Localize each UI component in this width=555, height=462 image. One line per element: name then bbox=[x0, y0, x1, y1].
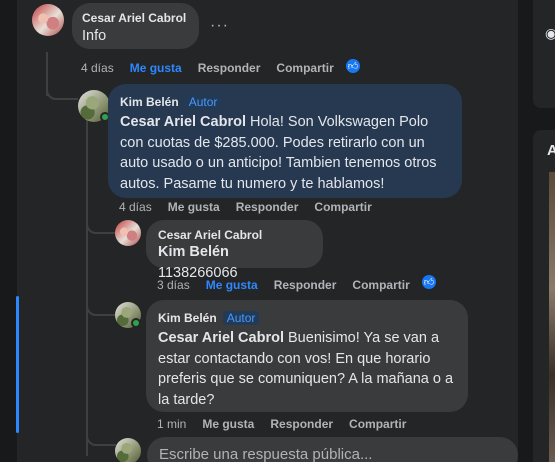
comment-time[interactable]: 4 días bbox=[119, 200, 152, 214]
sidebar-heading: A bbox=[547, 142, 555, 159]
like-button[interactable]: Me gusta bbox=[130, 61, 182, 75]
right-sidebar: ◉ A bbox=[533, 0, 555, 462]
reply-input[interactable]: Escribe una respuesta pública... bbox=[147, 437, 518, 462]
share-button[interactable]: Compartir bbox=[349, 417, 406, 431]
thread-line bbox=[86, 116, 88, 456]
comment-author[interactable]: Cesar Ariel Cabrol bbox=[82, 11, 189, 25]
thread-connector bbox=[86, 426, 116, 446]
avatar[interactable] bbox=[115, 220, 141, 246]
share-button[interactable]: Compartir bbox=[314, 200, 371, 214]
thumbs-up-icon[interactable]: 👍︎ bbox=[420, 273, 438, 291]
more-options-icon[interactable]: ··· bbox=[210, 17, 229, 35]
avatar[interactable] bbox=[32, 4, 64, 36]
comment-bubble: Kim Belén Autor Cesar Ariel Cabrol Buenis… bbox=[146, 300, 468, 412]
mention-link[interactable]: Cesar Ariel Cabrol bbox=[158, 330, 284, 346]
eye-icon[interactable]: ◉ bbox=[545, 26, 555, 42]
reply-button[interactable]: Responder bbox=[198, 61, 261, 75]
comment-actions: 1 min Me gusta Responder Compartir bbox=[157, 416, 422, 432]
comment-actions: 3 días Me gusta Responder Compartir bbox=[157, 277, 426, 293]
thread-connector bbox=[46, 76, 78, 100]
comments-panel: Cesar Ariel Cabrol Info ··· 4 días Me gu… bbox=[17, 0, 518, 462]
comment-time[interactable]: 3 días bbox=[157, 278, 190, 292]
like-button[interactable]: Me gusta bbox=[168, 200, 220, 214]
thread-connector bbox=[86, 214, 116, 234]
thread-connector bbox=[86, 296, 116, 316]
author-badge: Autor bbox=[184, 95, 222, 109]
comment-text: Cesar Ariel Cabrol Hola! Son Volkswagen … bbox=[120, 112, 450, 194]
sidebar-image[interactable] bbox=[549, 172, 555, 462]
author-badge: Autor bbox=[222, 311, 260, 325]
reply-button[interactable]: Responder bbox=[236, 200, 299, 214]
share-button[interactable]: Compartir bbox=[352, 278, 409, 292]
avatar bbox=[115, 438, 141, 462]
sidebar-card bbox=[533, 0, 555, 108]
comment-time[interactable]: 1 min bbox=[157, 417, 186, 431]
thumbs-up-icon[interactable]: 👍︎ bbox=[344, 57, 362, 75]
share-button[interactable]: Compartir bbox=[276, 61, 333, 75]
new-comment-indicator bbox=[16, 296, 19, 433]
comment-text: Cesar Ariel Cabrol Buenisimo! Ya se van … bbox=[158, 328, 456, 410]
comment-text: Info bbox=[82, 28, 107, 44]
comment-actions: 4 días Me gusta Responder Compartir bbox=[119, 199, 388, 215]
comment-bubble: Kim Belén Autor Cesar Ariel Cabrol Hola! … bbox=[108, 84, 462, 198]
reply-button[interactable]: Responder bbox=[274, 278, 337, 292]
reply-button[interactable]: Responder bbox=[270, 417, 333, 431]
comment-author[interactable]: Kim Belén bbox=[158, 311, 217, 325]
mention-link[interactable]: Kim Belén bbox=[158, 244, 229, 260]
comment-actions: 4 días Me gusta Responder Compartir bbox=[81, 60, 350, 76]
online-status-icon bbox=[131, 318, 141, 328]
like-button[interactable]: Me gusta bbox=[202, 417, 254, 431]
comment-bubble: Cesar Ariel Cabrol Info bbox=[72, 3, 199, 49]
comment-bubble: Cesar Ariel Cabrol Kim Belén 1138266066 bbox=[146, 220, 323, 281]
like-button[interactable]: Me gusta bbox=[206, 278, 258, 292]
mention-link[interactable]: Cesar Ariel Cabrol bbox=[120, 114, 246, 130]
comment-author[interactable]: Cesar Ariel Cabrol bbox=[158, 228, 311, 242]
comment-author[interactable]: Kim Belén bbox=[120, 95, 179, 109]
comment-time[interactable]: 4 días bbox=[81, 61, 114, 75]
